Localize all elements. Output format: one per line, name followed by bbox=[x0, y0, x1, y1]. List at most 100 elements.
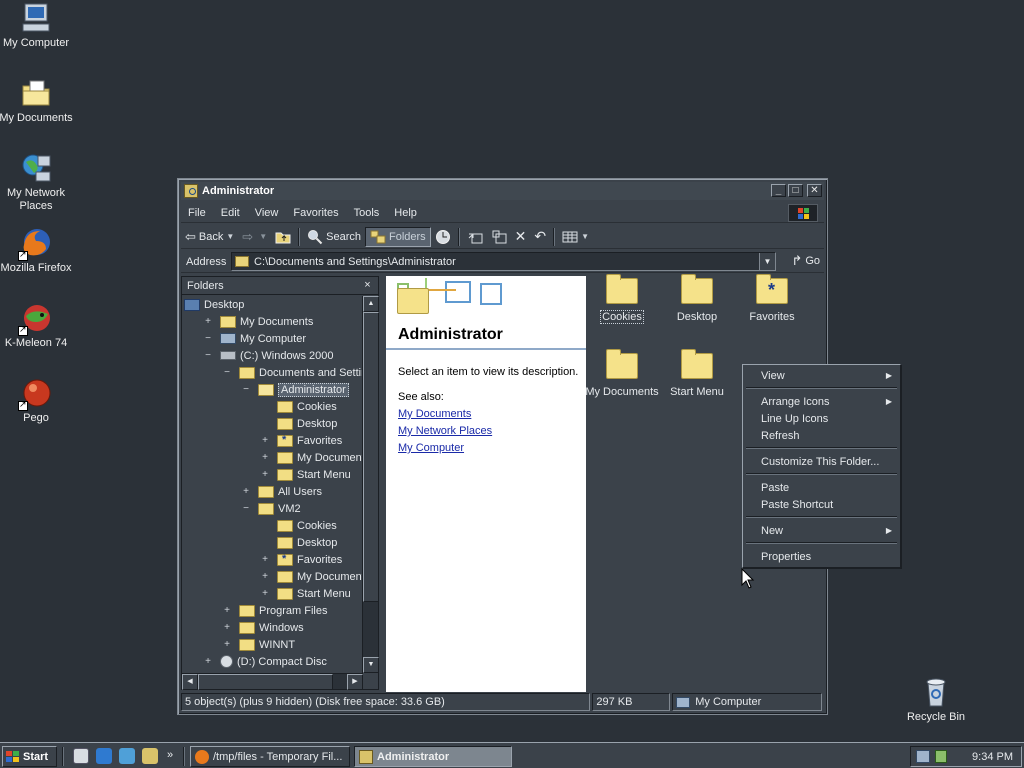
volume-tray-icon[interactable] bbox=[935, 750, 947, 763]
menu-tools[interactable]: Tools bbox=[347, 207, 388, 219]
collapse-icon[interactable]: − bbox=[222, 367, 232, 378]
go-button[interactable]: ↱ Go bbox=[791, 253, 820, 269]
link-my-computer[interactable]: My Computer bbox=[398, 442, 464, 454]
tree-node[interactable]: Cookies bbox=[277, 517, 337, 534]
desktop-icon-pego[interactable]: Pego bbox=[0, 377, 74, 425]
expand-icon[interactable]: + bbox=[260, 469, 270, 480]
show-desktop-icon[interactable] bbox=[73, 748, 89, 764]
expand-icon[interactable]: + bbox=[260, 571, 270, 582]
collapse-icon[interactable]: − bbox=[203, 350, 213, 361]
close-button[interactable]: ✕ bbox=[807, 184, 822, 197]
context-menu-item[interactable]: Refresh bbox=[745, 427, 898, 444]
tree-node[interactable]: + My Document bbox=[262, 568, 363, 585]
folder-item[interactable]: Start Menu bbox=[659, 349, 735, 398]
expand-icon[interactable]: + bbox=[203, 316, 213, 327]
collapse-icon[interactable]: − bbox=[203, 333, 213, 344]
network-tray-icon[interactable] bbox=[916, 750, 930, 763]
search-button[interactable]: Search bbox=[303, 227, 365, 247]
folders-pane-close-button[interactable]: × bbox=[361, 279, 374, 292]
menu-edit[interactable]: Edit bbox=[214, 207, 248, 219]
explorer-quicklaunch-icon[interactable] bbox=[142, 748, 158, 764]
tree-node[interactable]: − Documents and Settin bbox=[224, 364, 363, 381]
internet-explorer-icon[interactable] bbox=[96, 748, 112, 764]
menu-help[interactable]: Help bbox=[387, 207, 425, 219]
delete-button[interactable]: ✕ bbox=[511, 227, 531, 247]
tree-node[interactable]: + All Users bbox=[243, 483, 322, 500]
expand-icon[interactable]: + bbox=[260, 554, 270, 565]
move-to-button[interactable] bbox=[463, 227, 487, 247]
context-menu-item[interactable]: Line Up Icons bbox=[745, 410, 898, 427]
tree-node[interactable]: + WINNT bbox=[224, 636, 295, 653]
desktop-icon-recycle-bin[interactable]: Recycle Bin bbox=[898, 676, 974, 724]
address-input[interactable]: C:\Documents and Settings\Administrator … bbox=[231, 252, 776, 271]
context-menu-item[interactable]: View ▶ bbox=[745, 367, 898, 384]
tree-node[interactable]: Cookies bbox=[277, 398, 337, 415]
back-dropdown-icon[interactable]: ▼ bbox=[226, 232, 234, 241]
desktop-icon-firefox[interactable]: Mozilla Firefox bbox=[0, 227, 74, 275]
scroll-down-button[interactable]: ▼ bbox=[363, 657, 379, 673]
forward-dropdown-icon[interactable]: ▼ bbox=[259, 232, 267, 241]
link-my-network-places[interactable]: My Network Places bbox=[398, 425, 492, 437]
forward-button[interactable]: ⇨ ▼ bbox=[238, 227, 271, 247]
minimize-button[interactable]: _ bbox=[771, 184, 786, 197]
menu-favorites[interactable]: Favorites bbox=[286, 207, 346, 219]
link-my-documents[interactable]: My Documents bbox=[398, 408, 471, 420]
tree-node[interactable]: + My Document bbox=[262, 449, 363, 466]
collapse-icon[interactable]: − bbox=[241, 503, 251, 514]
tree-node[interactable]: − VM2 bbox=[243, 500, 301, 517]
tree-node[interactable]: Desktop bbox=[184, 296, 244, 313]
tree-node[interactable]: + Windows bbox=[224, 619, 304, 636]
undo-button[interactable]: ↶ bbox=[530, 227, 550, 247]
folder-tree-vertical-scrollbar[interactable]: ▲ ▼ bbox=[362, 296, 379, 673]
maximize-button[interactable]: □ bbox=[788, 184, 803, 197]
start-button[interactable]: Start bbox=[2, 746, 57, 767]
menu-file[interactable]: File bbox=[181, 207, 214, 219]
desktop-icon-network-places[interactable]: My Network Places bbox=[0, 152, 74, 213]
quicklaunch-chevron-icon[interactable]: » bbox=[167, 749, 173, 761]
collapse-icon[interactable]: − bbox=[241, 384, 251, 395]
address-dropdown-button[interactable]: ▼ bbox=[759, 253, 775, 270]
scroll-thumb[interactable] bbox=[363, 312, 379, 602]
tree-node[interactable]: + Favorites bbox=[262, 551, 342, 568]
menu-view[interactable]: View bbox=[248, 207, 287, 219]
history-button[interactable] bbox=[431, 227, 455, 247]
tree-node[interactable]: Desktop bbox=[277, 415, 337, 432]
desktop-icon-k-meleon[interactable]: K-Meleon 74 bbox=[0, 302, 74, 350]
scroll-up-button[interactable]: ▲ bbox=[363, 296, 379, 312]
desktop-icon-my-computer[interactable]: My Computer bbox=[0, 2, 74, 50]
tree-node[interactable]: + Favorites bbox=[262, 432, 342, 449]
expand-icon[interactable]: + bbox=[222, 639, 232, 650]
up-folder-button[interactable] bbox=[271, 227, 295, 247]
scroll-right-button[interactable]: ▶ bbox=[347, 674, 363, 690]
expand-icon[interactable]: + bbox=[260, 588, 270, 599]
folders-button[interactable]: Folders bbox=[364, 226, 431, 247]
taskbar-button-administrator[interactable]: Administrator bbox=[354, 746, 512, 767]
tree-node[interactable]: − Administrator bbox=[243, 381, 349, 398]
taskbar-button-temporary-files[interactable]: /tmp/files - Temporary Fil... bbox=[190, 746, 350, 767]
back-button[interactable]: ⇦ Back ▼ bbox=[181, 227, 238, 247]
expand-icon[interactable]: + bbox=[203, 656, 213, 667]
context-menu-item[interactable]: New ▶ bbox=[745, 522, 898, 539]
tree-node[interactable]: + Start Menu bbox=[262, 585, 351, 602]
folder-item[interactable]: Desktop bbox=[659, 274, 735, 323]
context-menu-item[interactable]: Arrange Icons ▶ bbox=[745, 393, 898, 410]
scroll-left-button[interactable]: ◀ bbox=[182, 674, 198, 690]
expand-icon[interactable]: + bbox=[222, 622, 232, 633]
context-menu-item[interactable]: Paste Shortcut bbox=[745, 496, 898, 513]
expand-icon[interactable]: + bbox=[241, 486, 251, 497]
context-menu-item[interactable]: Paste bbox=[745, 479, 898, 496]
views-button[interactable]: ▼ bbox=[558, 227, 593, 247]
tree-node[interactable]: + Start Menu bbox=[262, 466, 351, 483]
expand-icon[interactable]: + bbox=[260, 435, 270, 446]
tree-node[interactable]: + Program Files bbox=[224, 602, 327, 619]
context-menu-item[interactable]: Properties bbox=[745, 548, 898, 565]
folder-item[interactable]: Cookies bbox=[584, 274, 660, 324]
tree-node[interactable]: Desktop bbox=[277, 534, 337, 551]
folder-tree-horizontal-scrollbar[interactable]: ◀ ▶ bbox=[182, 673, 363, 690]
clock[interactable]: 9:34 PM bbox=[972, 751, 1013, 763]
tree-node[interactable]: + (D:) Compact Disc bbox=[205, 653, 327, 670]
window-titlebar[interactable]: Administrator _ □ ✕ bbox=[181, 182, 824, 200]
tree-node[interactable]: − My Computer bbox=[205, 330, 306, 347]
desktop-icon-my-documents[interactable]: My Documents bbox=[0, 77, 74, 125]
folder-item[interactable]: Favorites bbox=[734, 274, 810, 323]
